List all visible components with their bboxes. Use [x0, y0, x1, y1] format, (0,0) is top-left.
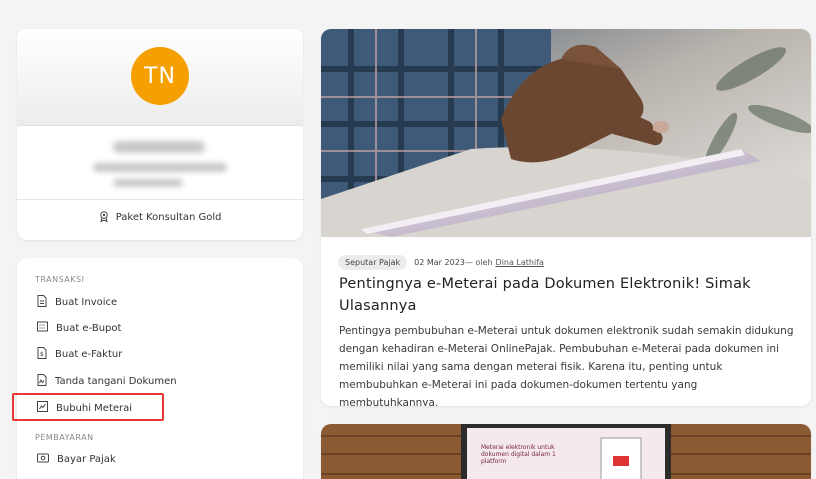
badge-icon [99, 211, 116, 223]
menu-item-buat-e-bupot[interactable]: Buat e-Bupot [37, 321, 121, 335]
menu-item-label: Buat e-Faktur [55, 349, 123, 360]
author-link[interactable]: Dina Lathifa [496, 258, 544, 267]
invoice-icon [37, 295, 55, 310]
menu-item-label: Tanda tangani Dokumen [55, 376, 177, 387]
article-meta: Seputar Pajak 02 Mar 2023 — oleh Dina La… [338, 255, 544, 270]
package-label: Paket Konsultan Gold [115, 212, 222, 223]
pay-tax-icon [37, 453, 57, 466]
faktur-icon: $ [37, 347, 55, 362]
profile-divider [17, 199, 303, 200]
section-title-transaksi: TRANSAKSI [35, 275, 85, 284]
article-card-2[interactable]: Meterai elektronik untuk dokumen digital… [321, 424, 811, 479]
article-card[interactable]: Seputar Pajak 02 Mar 2023 — oleh Dina La… [321, 29, 811, 406]
category-badge[interactable]: Seputar Pajak [338, 255, 408, 270]
svg-text:$: $ [40, 351, 44, 358]
menu-item-buat-e-faktur[interactable]: $ Buat e-Faktur [37, 347, 122, 362]
menu-item-label: Buat Invoice [55, 297, 118, 308]
sidebar-menu: TRANSAKSI Buat Invoice Buat e-Bupot $ Bu… [17, 258, 303, 479]
highlight-box [12, 393, 164, 421]
package-info[interactable]: Paket Konsultan Gold [17, 211, 303, 223]
menu-item-buat-invoice[interactable]: Buat Invoice [37, 295, 117, 310]
menu-item-bayar-pajak[interactable]: Bayar Pajak [37, 453, 116, 466]
avatar[interactable]: TN [131, 47, 189, 105]
blurred-phone [113, 179, 183, 187]
blurred-email [93, 163, 227, 172]
article-title[interactable]: Pentingnya e-Meterai pada Dokumen Elektr… [339, 273, 799, 317]
bupot-icon [37, 321, 56, 335]
blurred-username [113, 141, 205, 153]
menu-item-label: Bayar Pajak [57, 454, 116, 465]
article-by: — oleh [464, 258, 493, 267]
article-image[interactable] [321, 29, 811, 237]
section-title-pembayaran: PEMBAYARAN [35, 433, 94, 442]
menu-item-label: Buat e-Bupot [56, 322, 122, 334]
article-date: 02 Mar 2023 [414, 258, 465, 267]
article-excerpt: Pentingya pembubuhan e-Meterai untuk dok… [339, 325, 794, 406]
menu-item-tanda-tangani-dokumen[interactable]: Tanda tangani Dokumen [37, 374, 177, 389]
profile-card: TN Paket Konsultan Gold [17, 29, 303, 240]
article2-screen-text: Meterai elektronik untuk dokumen digital… [481, 444, 556, 465]
sign-document-icon [37, 374, 55, 389]
